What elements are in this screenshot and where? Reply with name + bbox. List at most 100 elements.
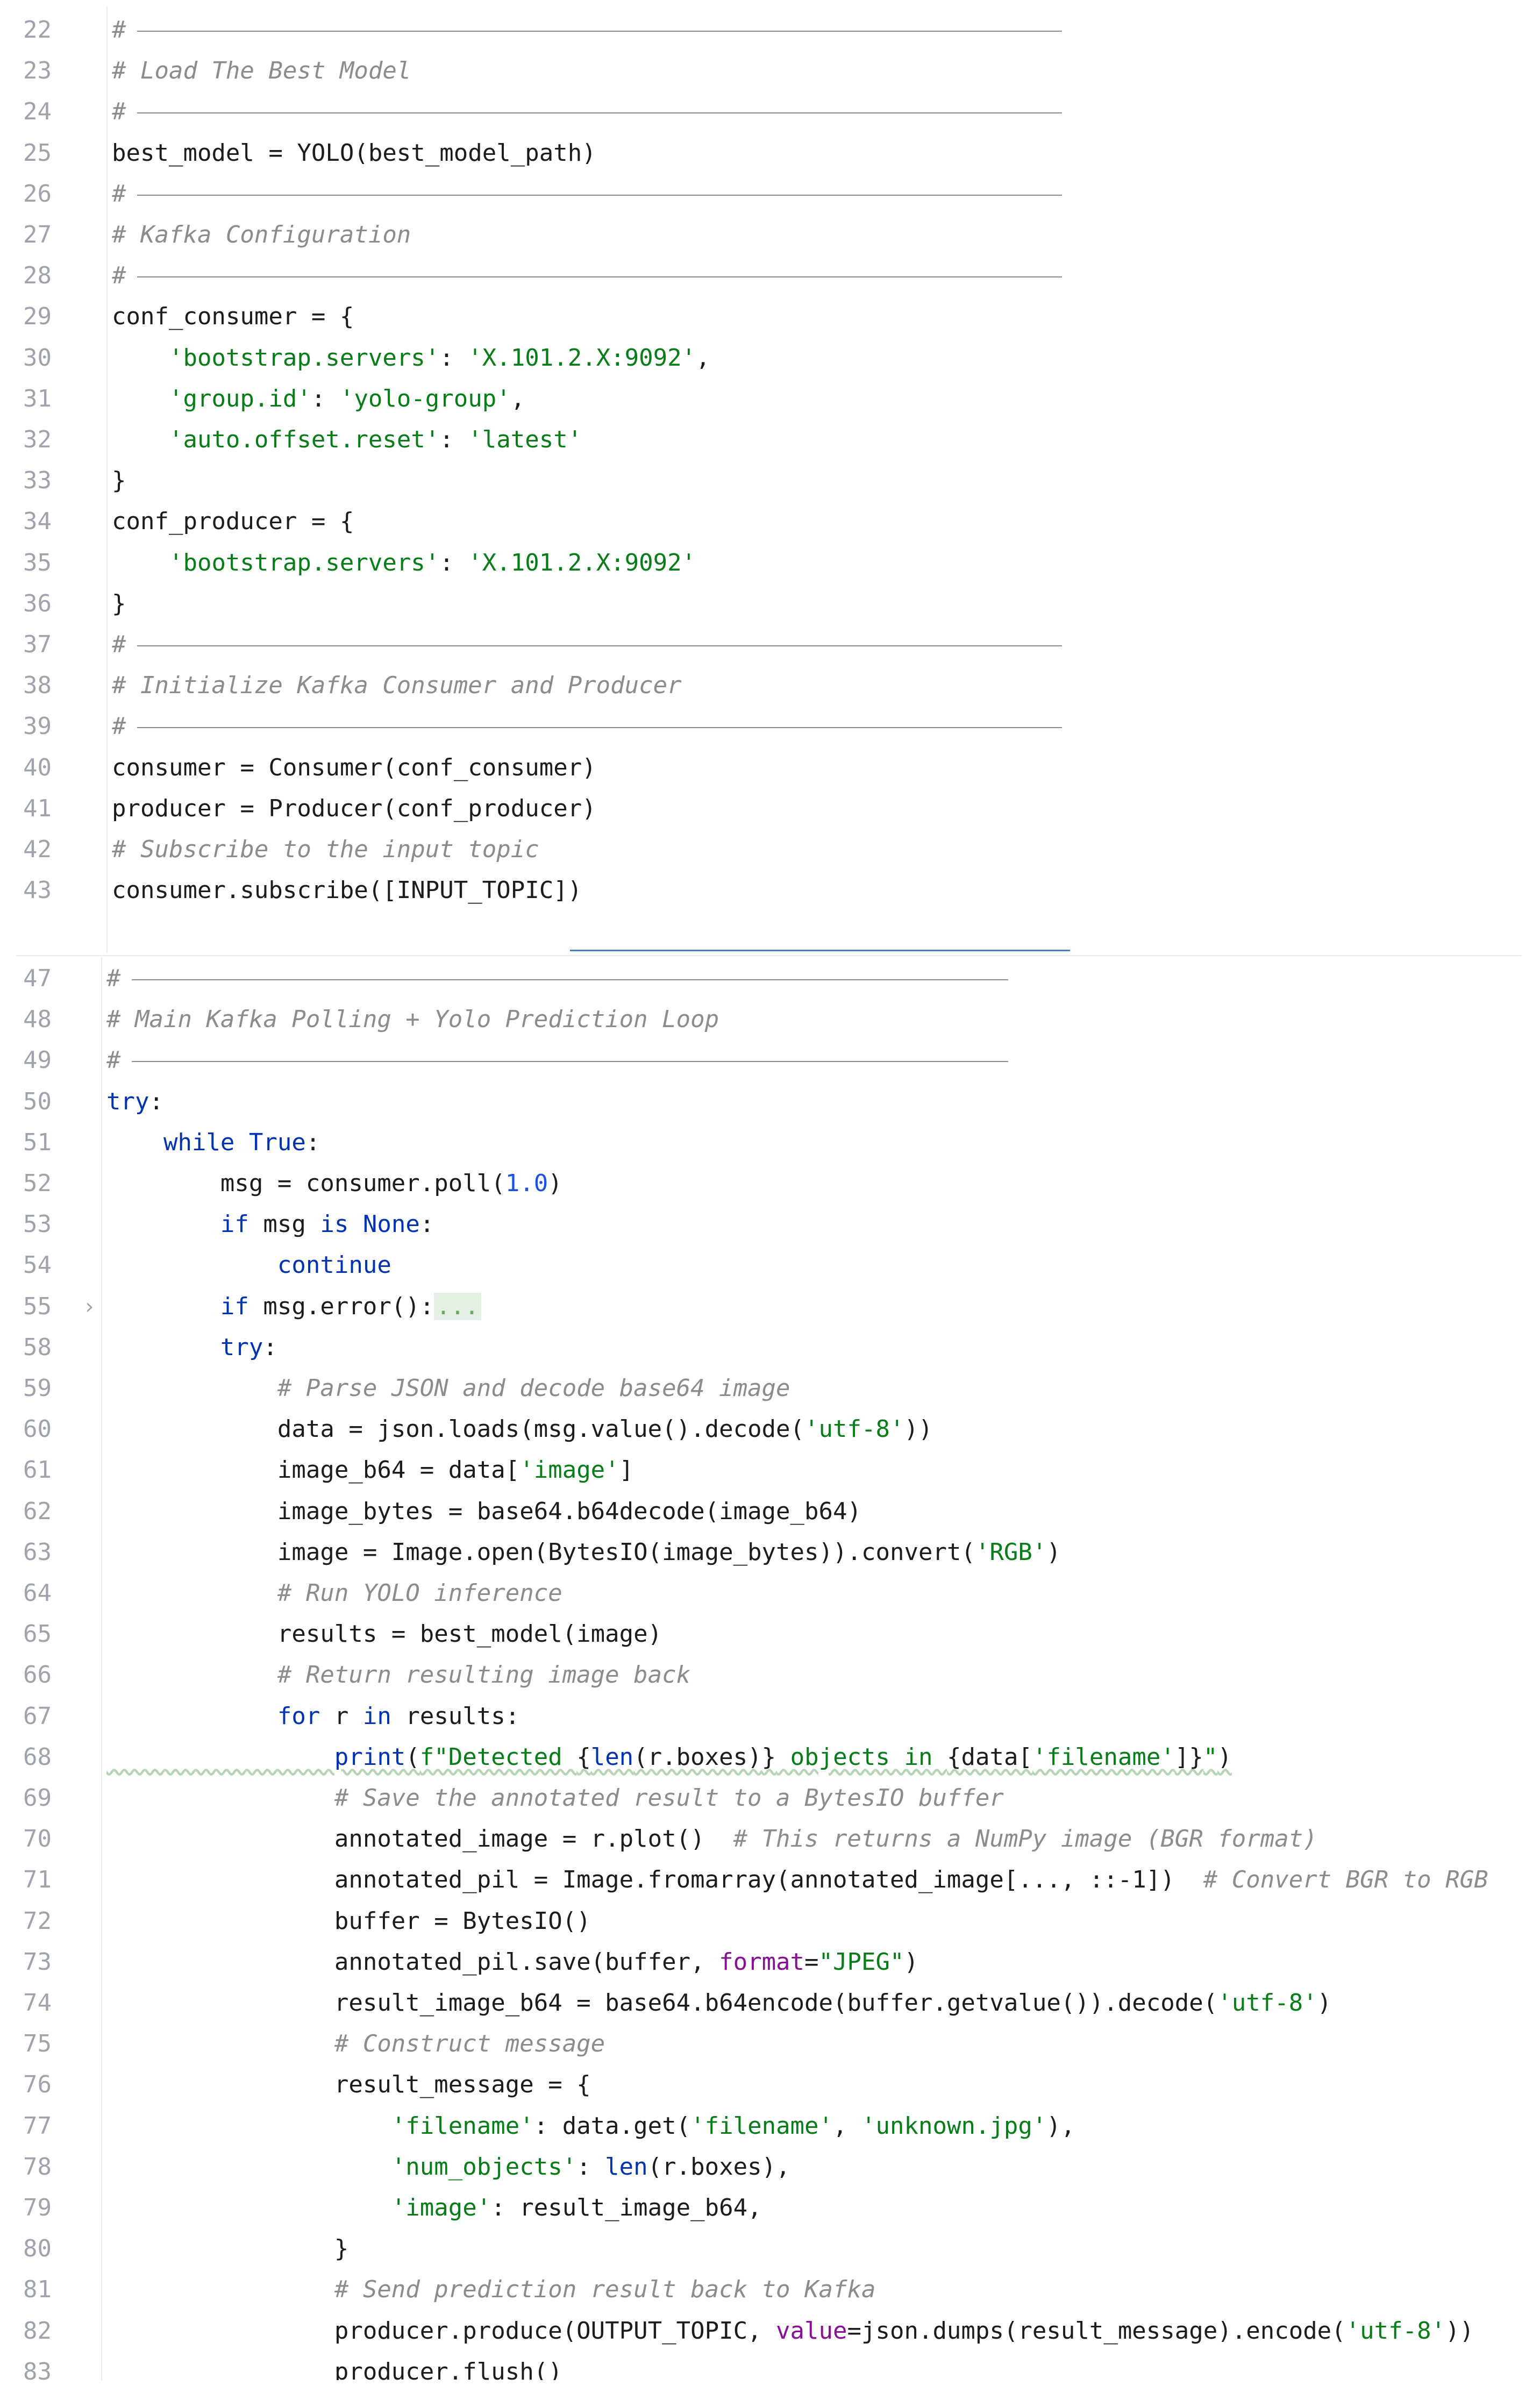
- line-number[interactable]: 41: [0, 788, 52, 829]
- code-line[interactable]: 42 # Subscribe to the input topic: [0, 829, 1522, 870]
- line-number[interactable]: 77: [0, 2106, 52, 2147]
- line-number[interactable]: 63: [0, 1532, 52, 1573]
- code-line[interactable]: 82 producer.produce(OUTPUT_TOPIC, value=…: [0, 2311, 1522, 2352]
- code-line[interactable]: 79 'image': result_image_b64,: [0, 2188, 1522, 2228]
- line-number[interactable]: 40: [0, 747, 52, 788]
- code-line[interactable]: 83 producer.flush(): [0, 2352, 1522, 2380]
- fold-chevron-icon[interactable]: ›: [83, 1286, 96, 1327]
- code-line[interactable]: 39 #: [0, 706, 1522, 747]
- code-line[interactable]: 40 consumer = Consumer(conf_consumer): [0, 747, 1522, 788]
- code-line[interactable]: 41 producer = Producer(conf_producer): [0, 788, 1522, 829]
- line-number[interactable]: 32: [0, 419, 52, 460]
- code-line[interactable]: 67 for r in results:: [0, 1696, 1522, 1737]
- line-number[interactable]: 43: [0, 870, 52, 911]
- line-number[interactable]: 75: [0, 2024, 52, 2064]
- code-line[interactable]: 23 # Load The Best Model: [0, 51, 1522, 91]
- code-line[interactable]: 34 conf_producer = {: [0, 501, 1522, 542]
- code-line[interactable]: 60 data = json.loads(msg.value().decode(…: [0, 1409, 1522, 1450]
- line-number[interactable]: 65: [0, 1614, 52, 1655]
- line-number[interactable]: 60: [0, 1409, 52, 1450]
- code-line[interactable]: 43 consumer.subscribe([INPUT_TOPIC]): [0, 870, 1522, 911]
- code-line[interactable]: 30 'bootstrap.servers': 'X.101.2.X:9092'…: [0, 338, 1522, 379]
- line-number[interactable]: 42: [0, 829, 52, 870]
- line-number[interactable]: 25: [0, 133, 52, 174]
- code-line[interactable]: 33}: [0, 460, 1522, 501]
- code-line[interactable]: 59 # Parse JSON and decode base64 image: [0, 1368, 1522, 1409]
- line-number[interactable]: 54: [0, 1245, 52, 1286]
- line-number[interactable]: 51: [0, 1122, 52, 1163]
- code-line[interactable]: 25 best_model = YOLO(best_model_path): [0, 133, 1522, 174]
- line-number[interactable]: 66: [0, 1655, 52, 1696]
- code-line[interactable]: 49 #: [0, 1040, 1522, 1081]
- line-number[interactable]: 34: [0, 501, 52, 542]
- code-line[interactable]: 22 #: [0, 10, 1522, 51]
- code-line[interactable]: 71 annotated_pil = Image.fromarray(annot…: [0, 1860, 1522, 1900]
- code-editor[interactable]: 22 #23 # Load The Best Model 24 #25 best_mode…: [0, 0, 1540, 2386]
- line-number[interactable]: 38: [0, 665, 52, 706]
- line-number[interactable]: 71: [0, 1860, 52, 1900]
- line-number[interactable]: 31: [0, 379, 52, 419]
- code-line[interactable]: 70 annotated_image = r.plot() # This ret…: [0, 1819, 1522, 1860]
- code-line[interactable]: 64 # Run YOLO inference: [0, 1573, 1522, 1614]
- line-number[interactable]: 70: [0, 1819, 52, 1860]
- line-number[interactable]: 26: [0, 174, 52, 215]
- line-number[interactable]: 28: [0, 255, 52, 296]
- line-number[interactable]: 37: [0, 624, 52, 665]
- line-number[interactable]: 36: [0, 583, 52, 624]
- line-number[interactable]: 29: [0, 296, 52, 337]
- line-number[interactable]: 27: [0, 215, 52, 255]
- code-line[interactable]: 51 while True:: [0, 1122, 1522, 1163]
- code-line[interactable]: 28 #: [0, 255, 1522, 296]
- line-number[interactable]: 73: [0, 1942, 52, 1983]
- line-number[interactable]: 80: [0, 2228, 52, 2269]
- line-number[interactable]: 53: [0, 1204, 52, 1245]
- code-line[interactable]: 65 results = best_model(image): [0, 1614, 1522, 1655]
- code-line[interactable]: 73 annotated_pil.save(buffer, format="JP…: [0, 1942, 1522, 1983]
- code-line[interactable]: 54 continue: [0, 1245, 1522, 1286]
- line-number[interactable]: 82: [0, 2311, 52, 2352]
- code-line[interactable]: 80 }: [0, 2228, 1522, 2269]
- line-number[interactable]: 47: [0, 958, 52, 999]
- line-number[interactable]: 81: [0, 2269, 52, 2310]
- code-line[interactable]: 53 if msg is None:: [0, 1204, 1522, 1245]
- line-number[interactable]: 49: [0, 1040, 52, 1081]
- line-number[interactable]: 30: [0, 338, 52, 379]
- editor-pane-top[interactable]: 22 #23 # Load The Best Model 24 #25 best_mode…: [0, 6, 1522, 953]
- code-line[interactable]: 32 'auto.offset.reset': 'latest': [0, 419, 1522, 460]
- line-number[interactable]: 59: [0, 1368, 52, 1409]
- code-line[interactable]: 75 # Construct message: [0, 2024, 1522, 2064]
- line-number[interactable]: 64: [0, 1573, 52, 1614]
- line-number[interactable]: 52: [0, 1163, 52, 1204]
- code-line[interactable]: 37 #: [0, 624, 1522, 665]
- line-number[interactable]: 50: [0, 1081, 52, 1122]
- line-number[interactable]: 68: [0, 1737, 52, 1778]
- line-number[interactable]: 74: [0, 1983, 52, 2024]
- line-number[interactable]: 67: [0, 1696, 52, 1737]
- code-line[interactable]: 31 'group.id': 'yolo-group',: [0, 379, 1522, 419]
- code-line[interactable]: 29 conf_consumer = {: [0, 296, 1522, 337]
- code-line[interactable]: 48 # Main Kafka Polling + Yolo Prediction…: [0, 999, 1522, 1040]
- code-line[interactable]: 72 buffer = BytesIO(): [0, 1901, 1522, 1942]
- code-line[interactable]: 47 #: [0, 958, 1522, 999]
- line-number[interactable]: 23: [0, 51, 52, 91]
- code-line[interactable]: 27 # Kafka Configuration: [0, 215, 1522, 255]
- code-line[interactable]: 50 try:: [0, 1081, 1522, 1122]
- editor-pane-bottom[interactable]: 47 #48 # Main Kafka Polling + Yolo Predict…: [0, 955, 1522, 2380]
- folded-region[interactable]: ...: [434, 1292, 481, 1320]
- line-number[interactable]: 79: [0, 2188, 52, 2228]
- code-line[interactable]: 81 # Send prediction result back to Kafk…: [0, 2269, 1522, 2310]
- line-number[interactable]: 76: [0, 2064, 52, 2105]
- code-line[interactable]: 74 result_image_b64 = base64.b64encode(b…: [0, 1983, 1522, 2024]
- line-number[interactable]: 22: [0, 10, 52, 51]
- line-number[interactable]: 33: [0, 460, 52, 501]
- code-line[interactable]: 38 # Initialize Kafka Consumer and Produc…: [0, 665, 1522, 706]
- code-line[interactable]: 76 result_message = {: [0, 2064, 1522, 2105]
- code-line[interactable]: 24 #: [0, 91, 1522, 132]
- line-number[interactable]: 69: [0, 1778, 52, 1819]
- code-line[interactable]: 58 try:: [0, 1327, 1522, 1368]
- code-line[interactable]: 52 msg = consumer.poll(1.0): [0, 1163, 1522, 1204]
- code-line[interactable]: 66 # Return resulting image back: [0, 1655, 1522, 1696]
- code-line[interactable]: 35 'bootstrap.servers': 'X.101.2.X:9092': [0, 543, 1522, 583]
- code-line[interactable]: 78 'num_objects': len(r.boxes),: [0, 2147, 1522, 2188]
- line-number[interactable]: 61: [0, 1450, 52, 1491]
